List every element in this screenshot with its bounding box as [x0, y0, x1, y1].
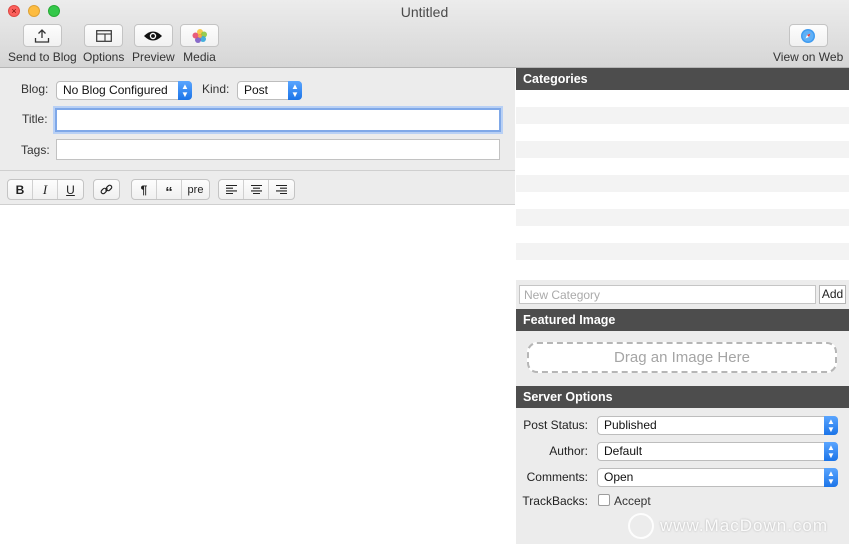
chevron-updown-icon: ▲ ▼	[178, 81, 192, 100]
watermark-logo-icon	[628, 513, 654, 539]
sidebar-panel-icon	[84, 24, 124, 47]
align-left-button[interactable]	[219, 180, 244, 199]
compass-icon	[788, 24, 828, 47]
text-style-group: B I U	[7, 179, 84, 200]
link-button[interactable]	[94, 180, 119, 199]
blog-select-value: No Blog Configured	[63, 83, 168, 97]
media-button[interactable]: Media	[180, 24, 219, 64]
featured-image-heading: Featured Image	[516, 309, 849, 331]
post-status-select[interactable]: Published ▲ ▼	[597, 416, 838, 435]
category-list[interactable]	[516, 90, 849, 280]
author-select[interactable]: Default ▲ ▼	[597, 442, 838, 461]
add-category-button[interactable]: Add	[819, 285, 846, 304]
author-value: Default	[604, 444, 643, 458]
post-status-label: Post Status:	[523, 418, 588, 432]
view-on-web-label: View on Web	[773, 50, 844, 64]
kind-label: Kind:	[202, 82, 230, 96]
block-group: ¶ “ pre	[131, 179, 210, 200]
blockquote-button[interactable]: “	[157, 180, 182, 199]
align-center-icon	[250, 185, 262, 194]
accept-label: Accept	[614, 494, 651, 508]
watermark-text: www.MacDown.com	[660, 516, 829, 535]
underline-button[interactable]: U	[58, 180, 83, 199]
options-label: Options	[83, 50, 125, 64]
view-on-web-button[interactable]: View on Web	[773, 24, 843, 64]
trackbacks-label: TrackBacks:	[522, 494, 588, 508]
chevron-updown-icon: ▲ ▼	[288, 81, 302, 100]
send-to-blog-button[interactable]: Send to Blog	[8, 24, 77, 64]
pre-button[interactable]: pre	[182, 180, 209, 199]
trackbacks-accept-checkbox[interactable]	[598, 494, 610, 506]
align-center-button[interactable]	[244, 180, 269, 199]
send-to-blog-label: Send to Blog	[8, 50, 77, 64]
italic-button[interactable]: I	[33, 180, 58, 199]
alignment-group	[218, 179, 295, 200]
kind-select[interactable]: Post ▲ ▼	[237, 81, 302, 100]
window-toolbar: × Untitled Send to Blog Options Preview	[0, 0, 849, 68]
tags-input[interactable]	[56, 139, 500, 160]
post-meta-panel: Blog: No Blog Configured ▲ ▼ Kind: Post ▲…	[0, 68, 515, 171]
comments-label: Comments:	[526, 470, 588, 484]
post-settings-sidebar: Categories New Category Add Featured Ima…	[516, 68, 849, 544]
format-toolbar: B I U ¶ “ pre	[0, 171, 515, 205]
post-status-value: Published	[604, 418, 657, 432]
comments-value: Open	[604, 470, 634, 484]
comments-select[interactable]: Open ▲ ▼	[597, 468, 838, 487]
author-label: Author:	[549, 444, 588, 458]
chevron-updown-icon: ▲ ▼	[824, 468, 838, 487]
post-body-editor[interactable]	[0, 205, 515, 544]
align-right-button[interactable]	[269, 180, 294, 199]
link-icon	[100, 184, 113, 195]
editor-pane: Blog: No Blog Configured ▲ ▼ Kind: Post ▲…	[0, 68, 515, 544]
server-options-heading: Server Options	[516, 386, 849, 408]
photos-icon	[180, 24, 219, 47]
title-label: Title:	[22, 112, 48, 126]
kind-select-value: Post	[244, 83, 269, 97]
title-input[interactable]	[55, 108, 501, 132]
paragraph-button[interactable]: ¶	[132, 180, 157, 199]
options-button[interactable]: Options	[83, 24, 124, 64]
link-group	[93, 179, 120, 200]
media-label: Media	[183, 50, 216, 64]
window-title: Untitled	[400, 4, 449, 20]
align-left-icon	[225, 185, 237, 194]
chevron-updown-icon: ▲ ▼	[824, 416, 838, 435]
featured-image-dropzone[interactable]: Drag an Image Here	[527, 342, 837, 373]
chevron-updown-icon: ▲ ▼	[824, 442, 838, 461]
new-category-input[interactable]: New Category	[519, 285, 816, 304]
preview-label: Preview	[132, 50, 175, 64]
eye-icon	[133, 24, 173, 47]
align-right-icon	[276, 185, 287, 194]
tags-label: Tags:	[21, 143, 50, 157]
upload-icon	[22, 24, 62, 47]
categories-heading: Categories	[516, 68, 849, 90]
blog-label: Blog:	[21, 82, 49, 96]
preview-button[interactable]: Preview	[132, 24, 175, 64]
bold-button[interactable]: B	[8, 180, 33, 199]
blog-select[interactable]: No Blog Configured ▲ ▼	[56, 81, 192, 100]
